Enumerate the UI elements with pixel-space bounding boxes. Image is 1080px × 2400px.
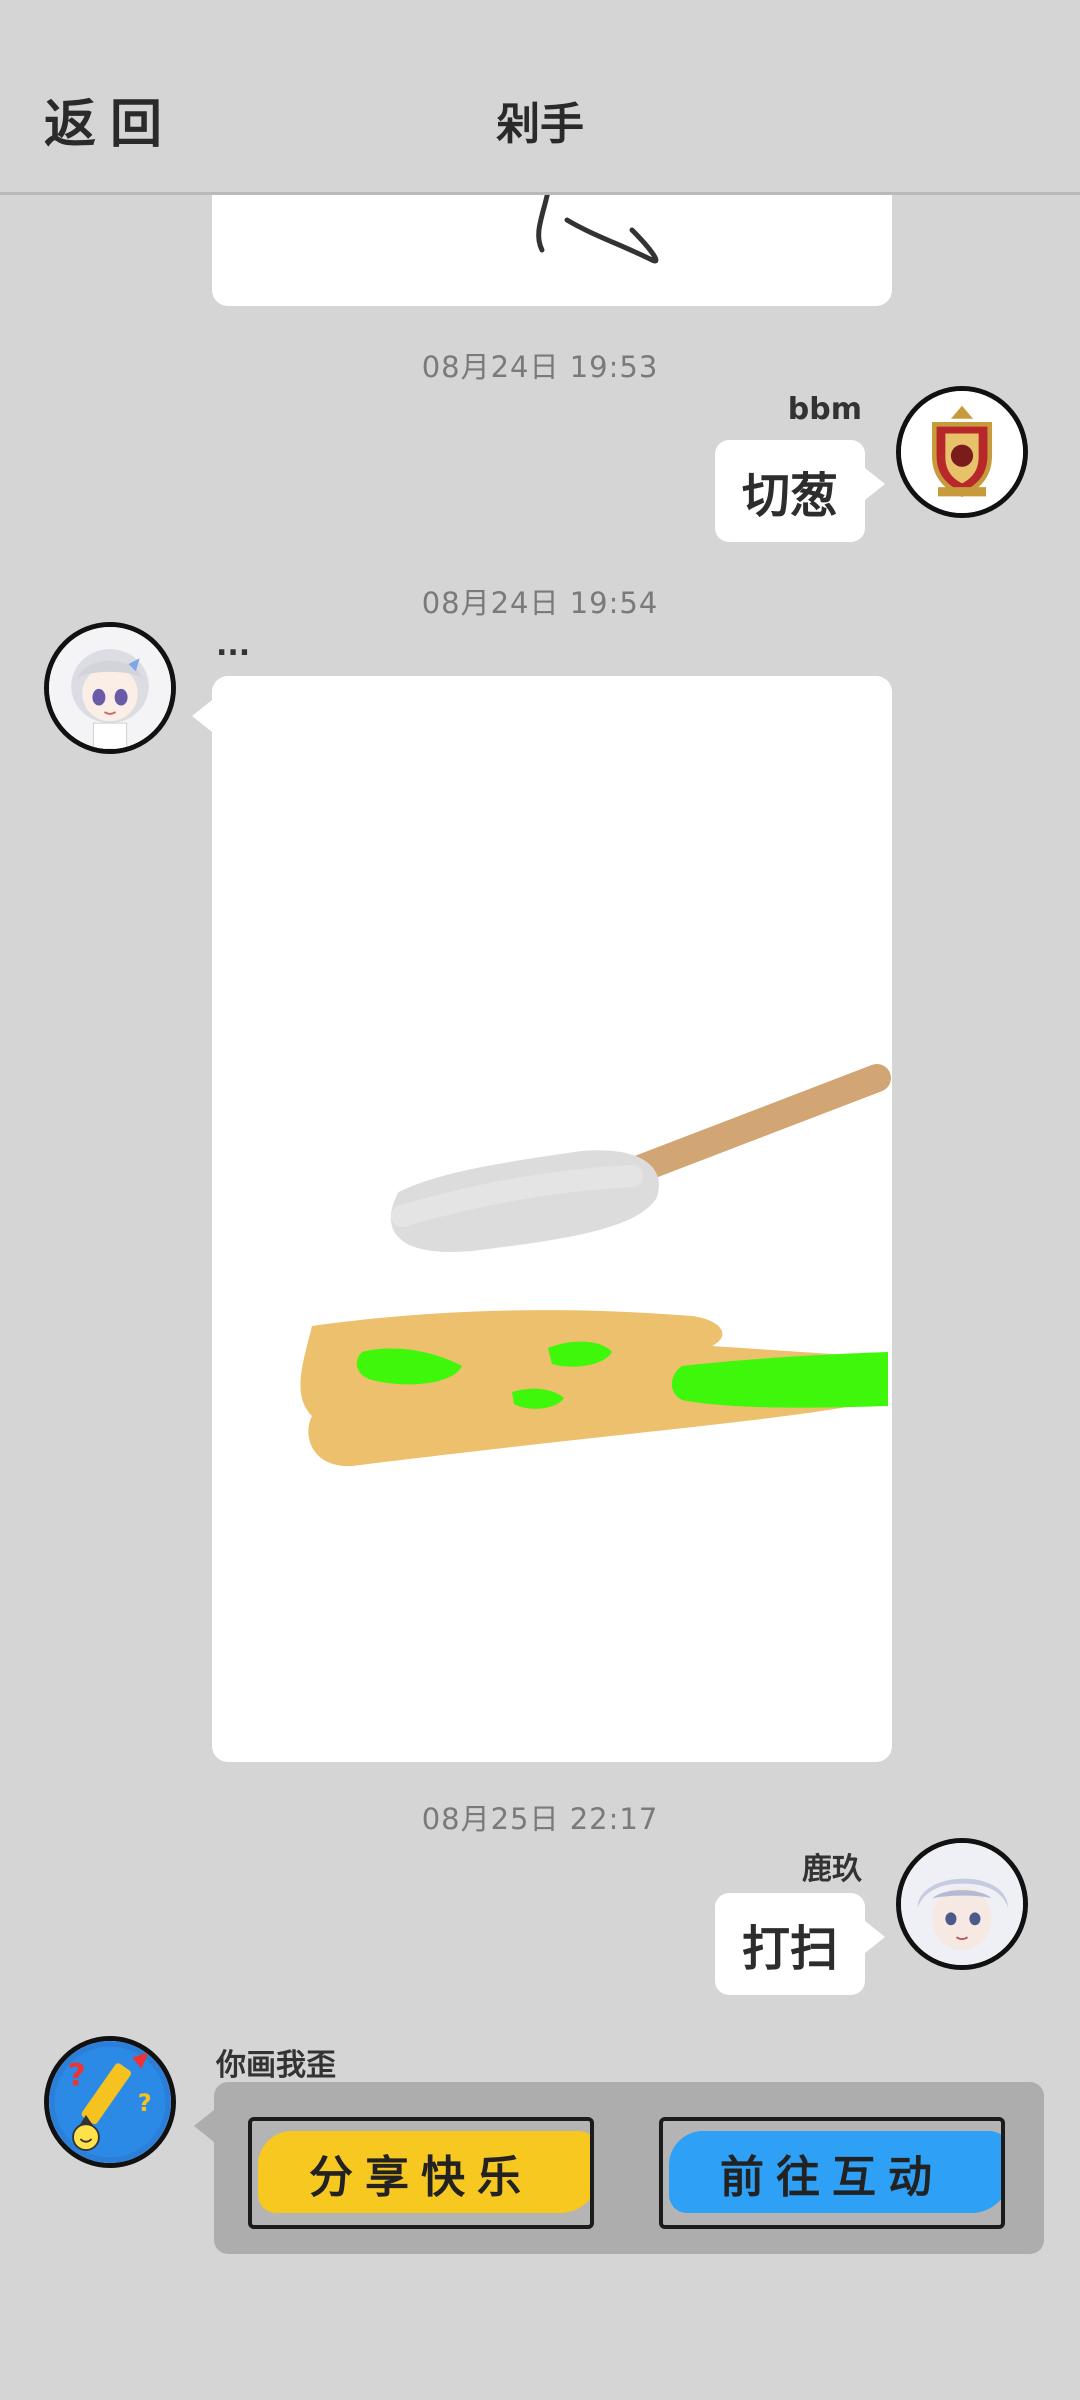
crest-avatar-icon bbox=[901, 391, 1023, 513]
drawing-message[interactable] bbox=[212, 676, 892, 1762]
sender-name: 鹿玖 bbox=[802, 1852, 862, 1887]
button-label: 分享快乐 bbox=[309, 2152, 533, 2203]
page-title: 剁手 bbox=[496, 99, 584, 150]
avatar-game-bot[interactable]: ? ? bbox=[44, 2036, 176, 2168]
go-interact-button[interactable]: 前往互动 bbox=[659, 2117, 1005, 2229]
button-label: 前往互动 bbox=[720, 2152, 944, 2203]
interactive-card: 分享快乐 前往互动 bbox=[214, 2082, 1044, 2254]
svg-text:?: ? bbox=[138, 2089, 152, 2117]
drawing-canvas bbox=[300, 1064, 891, 1467]
message-bubble[interactable]: 切葱 bbox=[715, 440, 865, 542]
svg-text:?: ? bbox=[67, 2057, 85, 2093]
sender-name: 你画我歪 bbox=[216, 2048, 336, 2083]
timestamp: 08月24日 19:53 bbox=[421, 350, 659, 384]
timestamp: 08月24日 19:54 bbox=[421, 586, 659, 620]
anime-boy-avatar-icon bbox=[901, 1843, 1023, 1965]
anime-girl-avatar-icon bbox=[49, 627, 171, 749]
sender-name: bbm bbox=[787, 392, 862, 427]
message-bubble[interactable]: 打扫 bbox=[715, 1893, 865, 1995]
avatar-bbm[interactable] bbox=[896, 386, 1028, 518]
avatar-anime-girl[interactable] bbox=[44, 622, 176, 754]
message-text: 打扫 bbox=[741, 1921, 838, 1977]
chat-feed[interactable]: 08月24日 19:53 bbm 切葱 08月24日 19:54 ... 08月… bbox=[0, 0, 1080, 2400]
sender-name: ... bbox=[216, 628, 251, 663]
avatar-luojiu[interactable] bbox=[896, 1838, 1028, 1970]
message-text: 切葱 bbox=[741, 468, 838, 524]
share-joy-button[interactable]: 分享快乐 bbox=[248, 2117, 594, 2229]
card-tail bbox=[194, 2110, 214, 2142]
pencil-game-icon: ? ? bbox=[49, 2041, 171, 2163]
bubble-tail bbox=[192, 700, 212, 732]
bubble-tail bbox=[865, 468, 885, 500]
timestamp: 08月25日 22:17 bbox=[421, 1802, 659, 1836]
bubble-tail bbox=[865, 1921, 885, 1953]
top-bar: 返回 剁手 bbox=[0, 0, 1080, 195]
